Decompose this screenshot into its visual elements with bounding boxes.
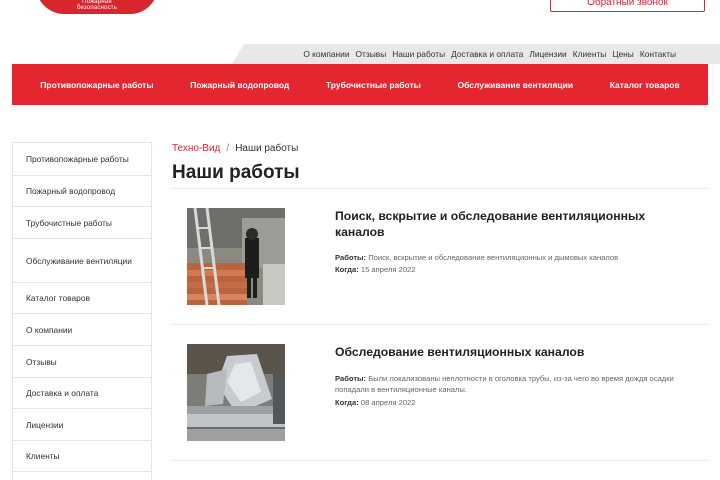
breadcrumb: Техно-Вид / Наши работы <box>172 143 298 154</box>
toplink-our-works[interactable]: Наши работы <box>392 49 445 59</box>
page-title: Наши работы <box>172 162 300 183</box>
sidebar: Противопожарные работы Пожарный водопров… <box>12 142 152 480</box>
article-date-text: 15 апреля 2022 <box>360 265 416 274</box>
toplink-delivery[interactable]: Доставка и оплата <box>451 49 523 59</box>
toplink-licenses[interactable]: Лицензии <box>529 49 566 59</box>
nav-ventilation[interactable]: Обслуживание вентиляции <box>458 80 574 90</box>
sidebar-item-licenses[interactable]: Лицензии <box>13 408 151 440</box>
article-works-label: Работы: <box>335 374 367 383</box>
article-thumbnail[interactable] <box>187 208 285 305</box>
sidebar-item-more[interactable] <box>13 471 151 480</box>
sidebar-item-ventilation[interactable]: Обслуживание вентиляции <box>13 238 151 282</box>
sidebar-item-delivery[interactable]: Доставка и оплата <box>13 377 151 408</box>
sidebar-item-clients[interactable]: Клиенты <box>13 440 151 471</box>
toplink-about[interactable]: О компании <box>303 49 349 59</box>
sidebar-item-reviews[interactable]: Отзывы <box>13 345 151 377</box>
logo[interactable]: Пожарная безопасность <box>36 0 158 14</box>
toplink-prices[interactable]: Цены <box>612 49 634 59</box>
main-nav: Противопожарные работы Пожарный водопров… <box>12 64 708 105</box>
article-date: Когда: 08 апреля 2022 <box>335 397 707 408</box>
sidebar-item-about[interactable]: О компании <box>13 313 151 345</box>
sidebar-item-catalog[interactable]: Каталог товаров <box>13 282 151 313</box>
breadcrumb-home-link[interactable]: Техно-Вид <box>172 143 220 154</box>
nav-fire-protection[interactable]: Противопожарные работы <box>40 80 153 90</box>
article-title[interactable]: Поиск, вскрытие и обследование вентиляци… <box>335 208 695 240</box>
top-links-bar: О компании Отзывы Наши работы Доставка и… <box>232 44 720 64</box>
article-works-text: Поиск, вскрытие и обследование вентиляци… <box>368 253 619 262</box>
article-date-label: Когда: <box>335 265 359 274</box>
toplink-contacts[interactable]: Контакты <box>640 49 676 59</box>
nav-chimney[interactable]: Трубочистные работы <box>326 80 421 90</box>
sidebar-item-fire-protection[interactable]: Противопожарные работы <box>13 142 151 175</box>
article-date-label: Когда: <box>335 398 359 407</box>
title-divider <box>172 188 708 189</box>
sidebar-item-chimney[interactable]: Трубочистные работы <box>13 206 151 238</box>
nav-catalog[interactable]: Каталог товаров <box>610 80 680 90</box>
article-works: Работы: Были локализованы неплотности в … <box>335 373 707 395</box>
toplink-reviews[interactable]: Отзывы <box>356 49 387 59</box>
article-works: Работы: Поиск, вскрытие и обследование в… <box>335 252 707 263</box>
logo-text: Пожарная безопасность <box>76 0 118 11</box>
breadcrumb-separator: / <box>226 143 230 154</box>
toplink-clients[interactable]: Клиенты <box>573 49 607 59</box>
article-works-text: Были локализованы неплотности в оголовка… <box>335 374 674 394</box>
sidebar-item-fire-water[interactable]: Пожарный водопровод <box>13 175 151 206</box>
callback-button[interactable]: Обратный звонок <box>550 0 705 12</box>
article-divider <box>172 324 708 325</box>
breadcrumb-current: Наши работы <box>235 143 299 154</box>
article-date: Когда: 15 апреля 2022 <box>335 264 707 275</box>
article-thumbnail[interactable] <box>187 344 285 441</box>
article-title[interactable]: Обследование вентиляционных каналов <box>335 344 695 360</box>
article-date-text: 08 апреля 2022 <box>360 398 416 407</box>
article-divider <box>172 460 708 461</box>
article-works-label: Работы: <box>335 253 367 262</box>
nav-fire-water[interactable]: Пожарный водопровод <box>190 80 289 90</box>
